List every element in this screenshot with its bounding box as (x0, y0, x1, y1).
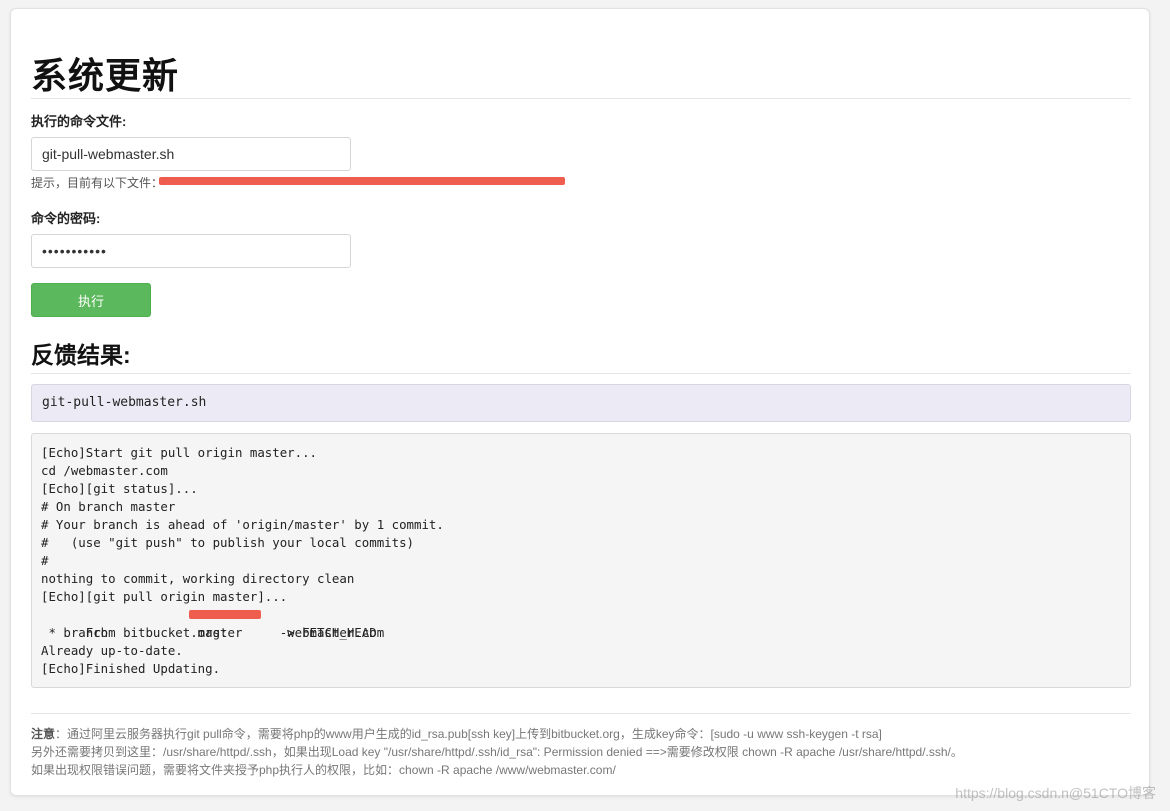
output-line: # (41, 553, 49, 568)
page-title: 系统更新 (31, 55, 180, 96)
note-line: 如果出现权限错误问题，需要将文件夹授予php执行人的权限，比如：chown -R… (31, 763, 616, 777)
watermark: https://blog.csdn.n@51CTO博客 (955, 785, 1156, 801)
file-hint: 提示，目前有以下文件： (31, 174, 163, 191)
note-text: ：通过阿里云服务器执行git pull命令，需要将php的www用户生成的id_… (55, 727, 882, 741)
result-divider (31, 373, 1131, 374)
password-field[interactable] (31, 234, 351, 268)
command-name-box: git-pull-webmaster.sh (31, 384, 1131, 422)
output-console: [Echo]Start git pull origin master... cd… (31, 433, 1131, 688)
note-line: 另外还需要拷贝到这里：/usr/share/httpd/.ssh，如果出现Loa… (31, 745, 963, 759)
output-line-remote: From bitbucket.org: webmaster.com (41, 606, 1121, 640)
output-line: # On branch master (41, 499, 176, 514)
footer-divider (31, 713, 1131, 714)
command-file-label: 执行的命令文件: (31, 114, 127, 129)
output-line: [Echo]Start git pull origin master... (41, 445, 318, 460)
output-line: # Your branch is ahead of 'origin/master… (41, 517, 444, 532)
output-line: [Echo]Finished Updating. (41, 661, 221, 676)
output-line: # (use "git push" to publish your local … (41, 535, 414, 550)
command-name: git-pull-webmaster.sh (42, 395, 207, 410)
main-card: 系统更新 执行的命令文件: 提示，目前有以下文件： 命令的密码: 执行 反馈结果… (10, 8, 1150, 796)
notes-block: 注意：通过阿里云服务器执行git pull命令，需要将php的www用户生成的i… (31, 725, 1141, 779)
output-line: * branch master -> FETCH_HEAD (41, 625, 377, 640)
title-divider (31, 98, 1131, 99)
note-prefix: 注意 (31, 727, 56, 741)
note-line: 注意：通过阿里云服务器执行git pull命令，需要将php的www用户生成的i… (31, 725, 1141, 743)
command-file-input[interactable] (31, 137, 351, 171)
execute-button[interactable]: 执行 (31, 283, 151, 317)
output-line: nothing to commit, working directory cle… (41, 571, 355, 586)
output-line: [Echo][git pull origin master]... (41, 589, 288, 604)
result-section-title: 反馈结果: (31, 342, 131, 368)
redaction-mark (189, 610, 261, 619)
output-line: Already up-to-date. (41, 643, 183, 658)
file-hint-text: 提示，目前有以下文件： (31, 176, 164, 190)
output-line: [Echo][git status]... (41, 481, 198, 496)
output-line: cd /webmaster.com (41, 463, 168, 478)
password-label: 命令的密码: (31, 211, 101, 226)
redaction-mark (159, 177, 565, 185)
